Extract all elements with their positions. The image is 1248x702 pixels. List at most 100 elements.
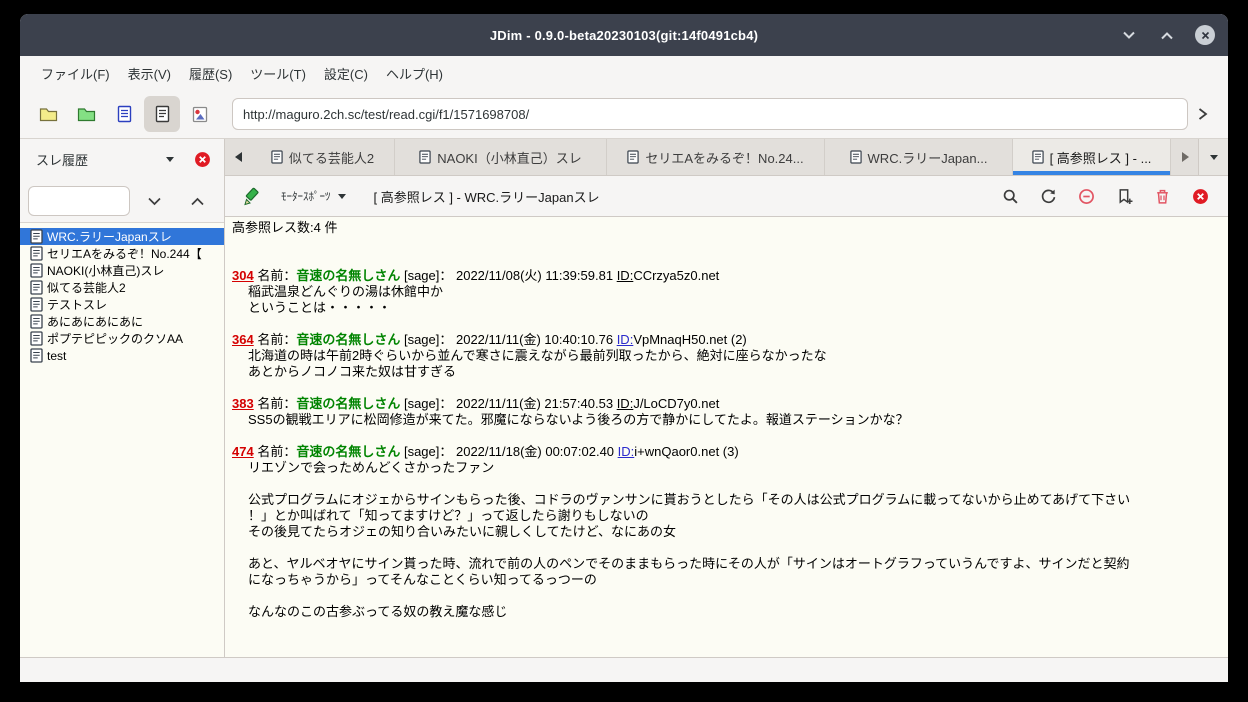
thread-tab[interactable]: WRC.ラリーJapan... <box>825 139 1013 175</box>
arrow-left-icon <box>235 152 242 162</box>
search-icon <box>1002 188 1019 205</box>
thread-tab[interactable]: セリエAをみるぞ！No.24... <box>607 139 825 175</box>
board-view-button[interactable] <box>106 96 142 132</box>
sidebar-search-input[interactable] <box>28 186 130 216</box>
post-name-label: 名前： <box>254 444 297 459</box>
tab-label: 似てる芸能人2 <box>289 148 374 167</box>
menu-tools[interactable]: ツール(T) <box>241 60 315 87</box>
post-number-link[interactable]: 383 <box>232 396 254 411</box>
post-name: 音速の名無しさん <box>296 268 400 283</box>
stop-button[interactable] <box>1072 182 1100 210</box>
sidebar-thread-item[interactable]: テストスレ <box>20 296 224 313</box>
minimize-button[interactable] <box>1116 22 1142 48</box>
close-circle-icon <box>194 151 211 168</box>
tab-list-dropdown-button[interactable] <box>1198 139 1228 175</box>
post-mail-date: [sage]： 2022/11/11(金) 10:40:10.76 <box>400 332 616 347</box>
favorites-button[interactable] <box>68 96 104 132</box>
post-id-link[interactable]: ID: <box>617 332 634 347</box>
thread-actions <box>996 182 1218 210</box>
menu-history[interactable]: 履歴(S) <box>180 60 241 87</box>
sidebar-thread-item[interactable]: セリエAをみるぞ！No.244【 <box>20 245 224 262</box>
post-id-link[interactable]: ID: <box>617 268 634 283</box>
menu-help[interactable]: ヘルプ(H) <box>377 60 452 87</box>
thread-document-icon <box>30 246 43 261</box>
reference-count-header: 高参照レス数:4 件 <box>232 220 1221 236</box>
caret-down-icon <box>1210 155 1218 160</box>
sidebar-view-dropdown[interactable] <box>158 148 182 172</box>
post-body: SS5の観戦エリアに松岡修造が来てた。邪魔にならないよう後ろの方で静かにしてたよ… <box>232 412 1221 428</box>
post-id-value: VpMnaqH50.net <box>633 332 727 347</box>
tab-scroll-right-button[interactable] <box>1172 139 1198 175</box>
board-select-button[interactable]: ﾓｰﾀｰｽﾎﾟｰﾂ <box>273 182 354 210</box>
thread-document-icon <box>30 280 43 295</box>
menu-view[interactable]: 表示(V) <box>119 60 180 87</box>
search-button[interactable] <box>996 182 1024 210</box>
thread-document-icon <box>30 229 43 244</box>
bookmark-add-button[interactable] <box>1110 182 1138 210</box>
post-mail-date: [sage]： 2022/11/11(金) 21:57:40.53 <box>400 396 616 411</box>
thread-tab[interactable]: [ 高参照レス ] - ... <box>1013 139 1171 175</box>
sidebar-thread-item[interactable]: WRC.ラリーJapanスレ <box>20 228 224 245</box>
bbs-list-button[interactable] <box>30 96 66 132</box>
post-mail-date: [sage]： 2022/11/08(火) 11:39:59.81 <box>400 268 616 283</box>
post-mail-date: [sage]： 2022/11/18(金) 00:07:02.40 <box>400 444 617 459</box>
close-thread-button[interactable] <box>1186 182 1214 210</box>
post-id-link[interactable]: ID: <box>617 396 634 411</box>
reload-icon <box>1040 188 1057 205</box>
titlebar[interactable]: JDim - 0.9.0-beta20230103(git:14f0491cb4… <box>20 14 1228 56</box>
tab-scroll-left-button[interactable] <box>225 139 251 175</box>
maximize-button[interactable] <box>1154 22 1180 48</box>
thread-item-label: テストスレ <box>47 296 107 313</box>
post-number-link[interactable]: 474 <box>232 444 254 459</box>
thread-document-icon <box>627 150 639 164</box>
chevron-down-icon <box>1122 31 1136 40</box>
post: 383 名前：音速の名無しさん [sage]： 2022/11/11(金) 21… <box>232 396 1221 428</box>
window-title: JDim - 0.9.0-beta20230103(git:14f0491cb4… <box>20 28 1228 43</box>
sidebar-thread-item[interactable]: 似てる芸能人2 <box>20 279 224 296</box>
post-header: 474 名前：音速の名無しさん [sage]： 2022/11/18(金) 00… <box>232 444 1221 460</box>
post-name-label: 名前： <box>254 332 297 347</box>
open-url-button[interactable] <box>1188 98 1218 130</box>
thread-tab[interactable]: NAOKI（小林直己）スレ <box>395 139 607 175</box>
close-window-button[interactable] <box>1192 22 1218 48</box>
sidebar-thread-item[interactable]: NAOKI(小林直己)スレ <box>20 262 224 279</box>
post-name-label: 名前： <box>254 268 297 283</box>
window-controls <box>1116 22 1218 48</box>
sidebar-thread-history: スレ履歴 <box>20 139 225 657</box>
main-area: スレ履歴 <box>20 139 1228 657</box>
write-post-button[interactable] <box>235 181 267 211</box>
post-id-value: J/LoCD7y0.net <box>633 396 719 411</box>
delete-button[interactable] <box>1148 182 1176 210</box>
close-circle-icon <box>1192 188 1209 205</box>
post: 474 名前：音速の名無しさん [sage]： 2022/11/18(金) 00… <box>232 444 1221 620</box>
sidebar-thread-item[interactable]: test <box>20 347 224 364</box>
thread-view-button[interactable] <box>144 96 180 132</box>
write-pencil-icon <box>242 187 261 206</box>
image-view-button[interactable] <box>182 96 218 132</box>
chevron-up-icon <box>190 197 205 206</box>
app-window: JDim - 0.9.0-beta20230103(git:14f0491cb4… <box>20 14 1228 682</box>
sidebar-search-row <box>20 180 224 222</box>
thread-document-icon <box>155 105 170 123</box>
search-up-button[interactable] <box>179 186 216 216</box>
menu-file[interactable]: ファイル(F) <box>32 60 119 87</box>
thread-document-icon <box>30 297 43 312</box>
thread-document-icon <box>30 263 43 278</box>
thread-history-list: WRC.ラリーJapanスレ セリエAをみるぞ！No.244【 NAOKI(小林… <box>20 222 224 657</box>
sidebar-thread-item[interactable]: ポプテピピックのクソAA <box>20 330 224 347</box>
sidebar-close-button[interactable] <box>190 148 214 172</box>
post-number-link[interactable]: 364 <box>232 332 254 347</box>
reload-button[interactable] <box>1034 182 1062 210</box>
menu-settings[interactable]: 設定(C) <box>315 60 377 87</box>
url-input[interactable] <box>232 98 1188 130</box>
post: 364 名前：音速の名無しさん [sage]： 2022/11/11(金) 10… <box>232 332 1221 380</box>
thread-tab[interactable]: 似てる芸能人2 <box>251 139 395 175</box>
post-header: 383 名前：音速の名無しさん [sage]： 2022/11/11(金) 21… <box>232 396 1221 412</box>
thread-item-label: セリエAをみるぞ！No.244【 <box>47 245 202 262</box>
tab-label: セリエAをみるぞ！No.24... <box>645 148 803 167</box>
caret-down-icon <box>338 194 346 199</box>
search-down-button[interactable] <box>136 186 173 216</box>
sidebar-thread-item[interactable]: あにあにあにあに <box>20 313 224 330</box>
post-number-link[interactable]: 304 <box>232 268 254 283</box>
post-id-link[interactable]: ID: <box>618 444 635 459</box>
